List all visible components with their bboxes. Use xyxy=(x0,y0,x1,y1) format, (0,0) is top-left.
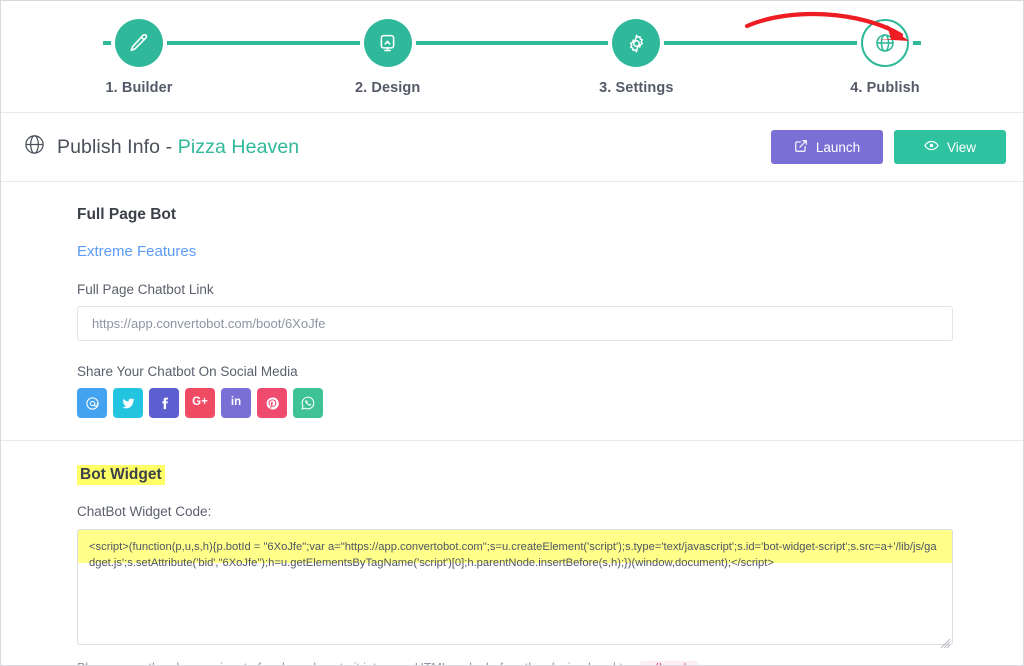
launch-button-label: Launch xyxy=(815,139,861,155)
gear-icon xyxy=(626,33,647,54)
widget-code-footnote: Please copy the above snippet of code an… xyxy=(77,661,1001,665)
external-link-icon xyxy=(794,139,808,156)
step-builder-circle[interactable] xyxy=(115,19,163,67)
step-builder-label: 1. Builder xyxy=(105,80,173,96)
extreme-features-link[interactable]: Extreme Features xyxy=(77,243,1001,260)
page-header: Publish Info - Pizza Heaven Launch View xyxy=(1,113,1023,182)
page-title: Publish Info - Pizza Heaven xyxy=(57,136,299,159)
bot-widget-heading: Bot Widget xyxy=(77,465,165,485)
globe-icon xyxy=(23,133,46,161)
step-settings-label: 3. Settings xyxy=(599,80,674,96)
facebook-share-icon[interactable] xyxy=(149,388,179,418)
linkedin-share-icon[interactable]: in xyxy=(221,388,251,418)
chatbot-link-input[interactable] xyxy=(77,306,953,341)
whatsapp-share-icon[interactable] xyxy=(293,388,323,418)
page-title-main: Publish Info - xyxy=(57,135,178,158)
full-page-bot-section: Full Page Bot Extreme Features Full Page… xyxy=(1,182,1023,441)
bot-widget-section: Bot Widget ChatBot Widget Code: <script>… xyxy=(1,441,1023,665)
view-button-label: View xyxy=(946,139,977,155)
step-builder[interactable]: 1. Builder xyxy=(79,19,199,96)
chatbot-link-label: Full Page Chatbot Link xyxy=(77,282,214,297)
view-button[interactable]: View xyxy=(894,130,1006,164)
stepper-steps: 1. Builder 2. Design 3. Settings 4. Publ… xyxy=(79,19,945,96)
footnote-text-after: . xyxy=(698,661,701,665)
step-design-circle[interactable] xyxy=(363,19,412,67)
step-design-label: 2. Design xyxy=(354,80,421,96)
step-settings[interactable]: 3. Settings xyxy=(576,19,696,96)
pencil-icon xyxy=(128,32,150,54)
page-title-group: Publish Info - Pizza Heaven xyxy=(23,133,299,161)
footnote-text-before: Please copy the above snippet of code an… xyxy=(77,661,640,665)
linkedin-glyph: in xyxy=(230,396,242,409)
publish-info-page: 1. Builder 2. Design 3. Settings 4. Publ… xyxy=(0,0,1024,666)
head-tag-chip: </head> xyxy=(640,661,699,665)
eye-icon xyxy=(924,138,939,156)
widget-code-label: ChatBot Widget Code: xyxy=(77,504,212,519)
globe-icon xyxy=(873,31,897,55)
widget-code-textarea[interactable]: <script>(function(p,u,s,h){p.botId = "6X… xyxy=(77,529,953,645)
step-design[interactable]: 2. Design xyxy=(328,19,448,96)
googleplus-glyph: G+ xyxy=(192,396,208,409)
step-publish-circle[interactable] xyxy=(860,19,909,67)
full-page-bot-heading: Full Page Bot xyxy=(77,206,177,223)
header-actions: Launch View xyxy=(771,130,1006,164)
step-publish-label: 4. Publish xyxy=(850,80,920,96)
stepper-inner: 1. Builder 2. Design 3. Settings 4. Publ… xyxy=(79,19,945,96)
wizard-stepper: 1. Builder 2. Design 3. Settings 4. Publ… xyxy=(1,1,1023,113)
googleplus-share-icon[interactable]: G+ xyxy=(185,388,215,418)
email-share-icon[interactable] xyxy=(77,388,107,418)
pinterest-share-icon[interactable] xyxy=(257,388,287,418)
widget-code-wrap: <script>(function(p,u,s,h){p.botId = "6X… xyxy=(77,529,953,650)
launch-button[interactable]: Launch xyxy=(771,130,883,164)
step-settings-circle[interactable] xyxy=(612,19,661,67)
step-publish[interactable]: 4. Publish xyxy=(825,19,945,96)
twitter-share-icon[interactable] xyxy=(113,388,143,418)
page-title-brand: Pizza Heaven xyxy=(177,135,300,158)
monitor-icon xyxy=(377,33,398,54)
social-share-row: G+ in xyxy=(77,388,1001,418)
share-social-label: Share Your Chatbot On Social Media xyxy=(77,364,298,379)
